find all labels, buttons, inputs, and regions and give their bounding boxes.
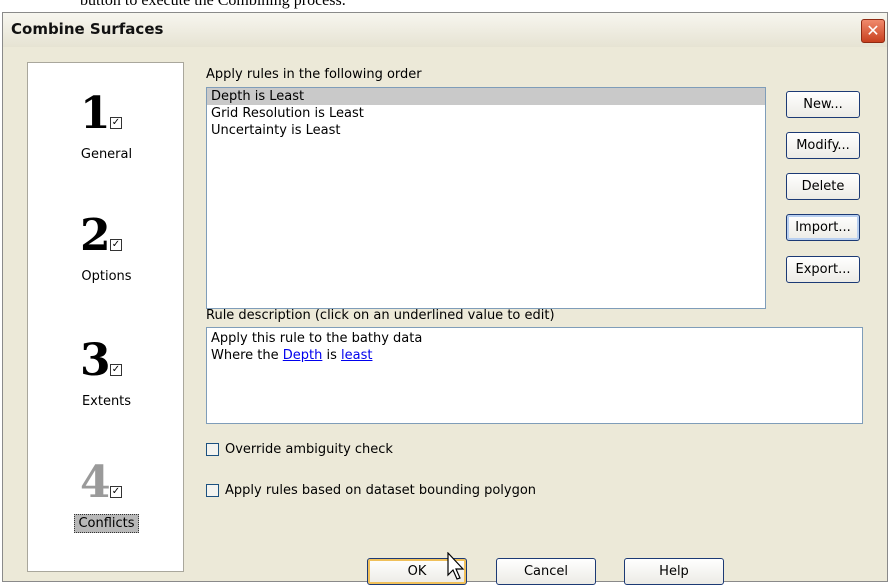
step-checkbox: ✓: [110, 239, 122, 251]
step-options[interactable]: 2 ✓ Options: [28, 211, 185, 321]
step-general[interactable]: 1 ✓ General: [28, 89, 185, 199]
depth-link[interactable]: Depth: [283, 348, 323, 363]
step-label: Options: [81, 269, 132, 284]
least-link[interactable]: least: [341, 348, 372, 363]
step-label: General: [80, 147, 133, 162]
close-icon[interactable]: ✕: [861, 19, 885, 43]
step-checkbox: ✓: [110, 486, 122, 498]
rule-description-box: Apply this rule to the bathy data Where …: [206, 327, 863, 424]
help-button[interactable]: Help: [624, 558, 724, 585]
description-heading: Rule description (click on an underlined…: [206, 308, 555, 323]
import-button[interactable]: Import...: [786, 214, 860, 241]
step-number: 3: [80, 335, 111, 386]
dialog-title: Combine Surfaces: [11, 20, 164, 38]
title-bar: Combine Surfaces ✕: [3, 13, 887, 47]
step-extents[interactable]: 3 ✓ Extents: [28, 336, 185, 446]
step-number: 2: [80, 210, 111, 261]
step-number: 1: [80, 88, 111, 139]
mouse-pointer-icon: [447, 552, 465, 580]
rules-list[interactable]: Depth is Least Grid Resolution is Least …: [206, 87, 766, 309]
step-label: Extents: [81, 394, 132, 409]
list-item[interactable]: Uncertainty is Least: [207, 122, 765, 139]
bounding-polygon-label: Apply rules based on dataset bounding po…: [225, 483, 537, 498]
list-item[interactable]: Depth is Least: [207, 88, 765, 105]
step-checkbox: ✓: [110, 364, 122, 376]
bounding-polygon-checkbox[interactable]: [206, 484, 219, 497]
description-line-2: Where the Depth is least: [211, 348, 373, 363]
combine-surfaces-dialog: Combine Surfaces ✕ 1 ✓ General 2 ✓ Optio…: [2, 12, 888, 585]
wizard-steps-panel: 1 ✓ General 2 ✓ Options 3 ✓ Extents 4 ✓ …: [27, 62, 184, 572]
step-conflicts[interactable]: 4 ✓ Conflicts: [28, 458, 185, 568]
new-button[interactable]: New...: [786, 91, 860, 118]
cancel-button[interactable]: Cancel: [496, 558, 596, 585]
description-line-1: Apply this rule to the bathy data: [211, 331, 423, 346]
step-label: Conflicts: [28, 514, 185, 533]
export-button[interactable]: Export...: [786, 256, 860, 283]
step-checkbox: ✓: [110, 117, 122, 129]
modify-button[interactable]: Modify...: [786, 132, 860, 159]
list-item[interactable]: Grid Resolution is Least: [207, 105, 765, 122]
background-document-text: button to execute the Combining process.: [80, 0, 346, 9]
override-ambiguity-checkbox[interactable]: [206, 443, 219, 456]
override-ambiguity-label: Override ambiguity check: [225, 442, 393, 457]
delete-button[interactable]: Delete: [786, 173, 860, 200]
step-number: 4: [80, 457, 111, 508]
rules-heading: Apply rules in the following order: [206, 67, 422, 82]
